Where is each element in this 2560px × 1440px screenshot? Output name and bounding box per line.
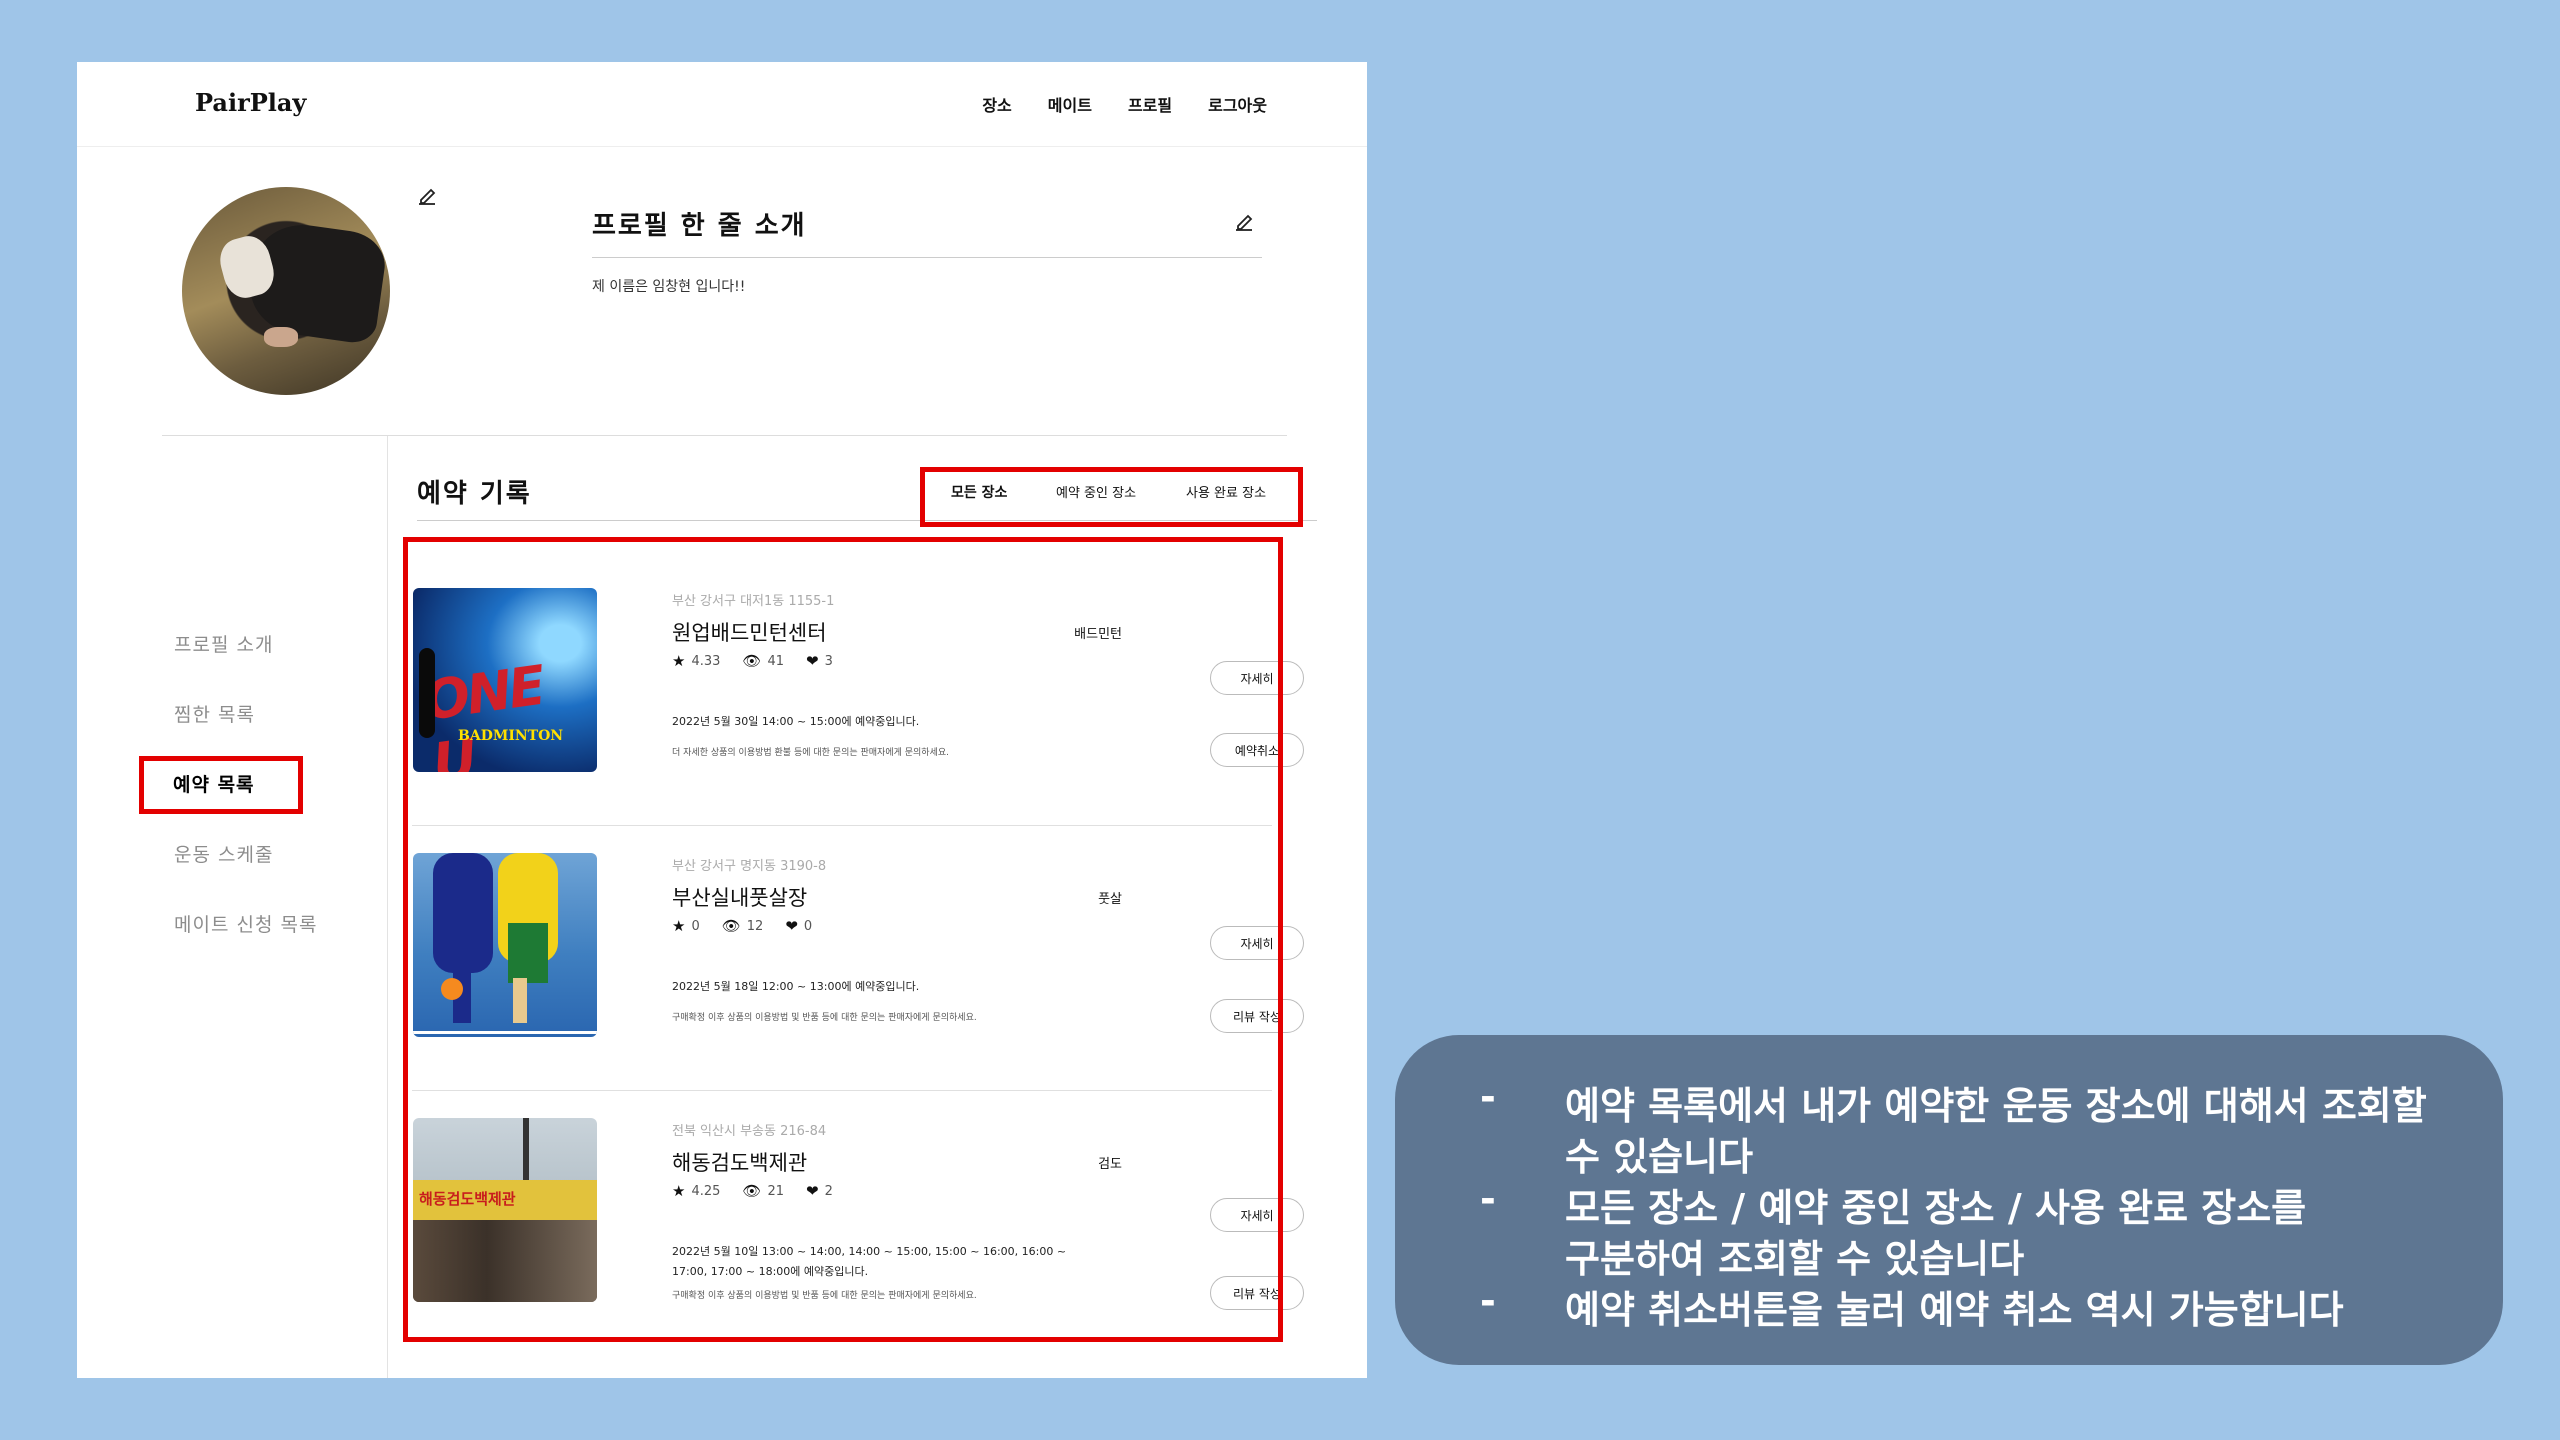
list-highlight-box xyxy=(403,537,1283,1342)
sidebar-item-profile[interactable]: 프로필 소개 xyxy=(174,630,273,657)
explanation-callout: - 예약 목록에서 내가 예약한 운동 장소에 대해서 조회할 수 있습니다 -… xyxy=(1395,1035,2503,1365)
callout-line: 예약 목록에서 내가 예약한 운동 장소에 대해서 조회할 xyxy=(1565,1084,2427,1128)
callout-line: 모든 장소 / 예약 중인 장소 / 사용 완료 장소를 xyxy=(1565,1186,2307,1230)
sidebar-item-mate-requests[interactable]: 메이트 신청 목록 xyxy=(174,910,317,937)
profile-divider xyxy=(162,435,1287,436)
edit-intro-pencil-icon[interactable] xyxy=(1232,210,1256,234)
bullet-dash: - xyxy=(1480,1177,1496,1221)
callout-line: 예약 취소버튼을 눌러 예약 취소 역시 가능합니다 xyxy=(1565,1288,2344,1332)
edit-avatar-pencil-icon[interactable] xyxy=(415,184,439,208)
callout-line: 구분하여 조회할 수 있습니다 xyxy=(1565,1237,2025,1281)
sidebar-highlight-box xyxy=(139,756,303,814)
logo[interactable]: PairPlay xyxy=(195,88,306,117)
nav-logout[interactable]: 로그아웃 xyxy=(1208,92,1267,116)
sidebar-item-wishlist[interactable]: 찜한 목록 xyxy=(174,700,255,727)
intro-text: 제 이름은 임창현 입니다!! xyxy=(592,279,746,295)
bullet-dash: - xyxy=(1480,1075,1496,1119)
sidebar-divider xyxy=(387,436,388,1378)
top-nav: PairPlay 장소 메이트 프로필 로그아웃 xyxy=(77,62,1367,147)
nav-mates[interactable]: 메이트 xyxy=(1048,92,1092,116)
nav-places[interactable]: 장소 xyxy=(982,92,1011,116)
avatar xyxy=(182,187,390,395)
intro-divider xyxy=(592,257,1262,258)
nav-profile[interactable]: 프로필 xyxy=(1128,92,1172,116)
reservation-title: 예약 기록 xyxy=(417,479,532,509)
intro-title: 프로필 한 줄 소개 xyxy=(592,211,807,241)
callout-line: 수 있습니다 xyxy=(1565,1135,1754,1179)
nav-menu: 장소 메이트 프로필 로그아웃 xyxy=(982,92,1267,116)
sidebar-item-schedule[interactable]: 운동 스케줄 xyxy=(174,840,273,867)
tabs-highlight-box xyxy=(920,467,1303,527)
bullet-dash: - xyxy=(1480,1279,1496,1323)
app-page: PairPlay 장소 메이트 프로필 로그아웃 프로필 한 줄 소개 제 이름… xyxy=(77,62,1367,1378)
